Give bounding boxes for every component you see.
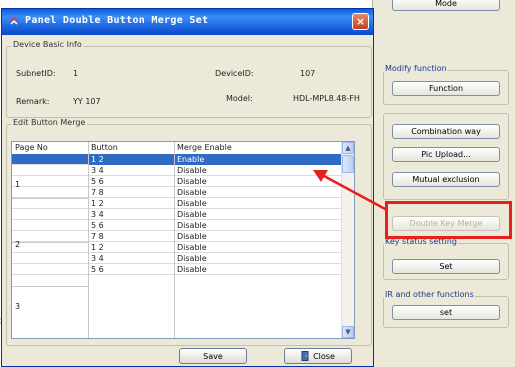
page-separator [12,286,88,287]
merge-enable-cell[interactable]: Disable [177,166,207,175]
device-label: DeviceID: [215,69,254,78]
merge-enable-cell[interactable]: Disable [177,210,207,219]
table-row[interactable]: 7 8 Disable [12,187,342,198]
device-info-legend: Device Basic Info [11,40,84,49]
page-label-3: 3 [15,302,21,311]
button-cell: 5 6 [91,221,104,230]
scroll-up-icon[interactable]: ▲ [342,142,354,154]
button-cell: 5 6 [91,265,104,274]
merge-enable-cell[interactable]: Disable [177,243,207,252]
page-label-2: 2 [15,240,21,249]
ir-set-button[interactable]: set [392,305,500,320]
table-row[interactable]: 3 4 Disable [12,253,342,264]
remark-label: Remark: [16,97,50,106]
button-cell: 5 6 [91,177,104,186]
pic-upload-button[interactable]: Pic Upload... [392,147,500,162]
button-cell: 3 4 [91,254,104,263]
merge-enable-cell[interactable]: Disable [177,188,207,197]
combination-way-button[interactable]: Combination way [392,124,500,139]
button-cell: 1 2 [91,199,104,208]
scroll-thumb[interactable] [342,155,354,173]
save-button-label: Save [203,351,223,361]
table-row[interactable]: 3 4 Disable [12,209,342,220]
table-row[interactable]: 5 6 Disable [12,220,342,231]
close-button[interactable]: Close [284,348,352,364]
subnet-label: SubnetID: [16,69,56,78]
dialog-title: Panel Double Button Merge Set [25,15,209,26]
button-cell: 3 4 [91,210,104,219]
table-row[interactable]: 5 6 Disable [12,264,342,275]
column-page-no[interactable]: Page No [15,143,48,152]
vertical-scrollbar[interactable]: ▲ ▼ [341,142,354,338]
column-divider [174,142,175,338]
merge-set-dialog: Panel Double Button Merge Set × Device B… [1,8,374,367]
subnet-value: 1 [73,69,79,78]
page-separator [12,242,88,243]
merge-table[interactable]: Page No Button Merge Enable 1 2 Enable 3 4… [11,141,355,339]
table-row[interactable]: 1 2 Enable [12,154,342,165]
close-icon[interactable]: × [352,13,369,30]
scroll-down-icon[interactable]: ▼ [342,326,354,338]
button-cell: 7 8 [91,232,104,241]
table-row[interactable]: 5 6 Disable [12,176,342,187]
mutual-exclusion-button[interactable]: Mutual exclusion [392,172,500,187]
column-button[interactable]: Button [91,143,118,152]
modify-function-title: Modify function [384,64,448,73]
edit-merge-legend: Edit Button Merge [11,118,88,127]
merge-enable-cell[interactable]: Disable [177,254,207,263]
table-row[interactable]: 1 2 Disable [12,242,342,253]
merge-enable-cell[interactable]: Disable [177,232,207,241]
table-row[interactable]: 3 4 Disable [12,165,342,176]
dialog-titlebar[interactable]: Panel Double Button Merge Set × [2,9,373,35]
page-separator [12,198,88,199]
merge-enable-cell[interactable]: Enable [177,155,204,164]
device-value: 107 [300,69,316,78]
function-button[interactable]: Function [392,81,500,96]
remark-value: YY 107 [73,97,101,106]
column-divider [88,142,89,338]
row-selection [88,154,342,165]
page-label-1: 1 [15,180,21,189]
button-cell: 1 2 [91,243,104,252]
table-row[interactable]: 1 2 Disable [12,198,342,209]
highlight-box [385,201,512,239]
key-status-set-button[interactable]: Set [392,259,500,274]
merge-enable-cell[interactable]: Disable [177,177,207,186]
button-cell: 1 2 [91,155,104,164]
merge-enable-cell[interactable]: Disable [177,265,207,274]
save-button[interactable]: Save [179,348,247,364]
model-label: Model: [226,94,253,103]
column-merge-enable[interactable]: Merge Enable [177,143,232,152]
merge-enable-cell[interactable]: Disable [177,221,207,230]
close-button-label: Close [313,351,335,361]
merge-enable-cell[interactable]: Disable [177,199,207,208]
mode-button[interactable]: Mode [392,0,500,11]
button-cell: 7 8 [91,188,104,197]
main-tool-panel: Mode Modify function Function Combinatio… [372,0,515,367]
door-icon [301,351,309,361]
device-info-group: Device Basic Info SubnetID: 1 DeviceID: … [6,40,372,118]
ir-functions-title: IR and other functions [384,290,475,299]
button-cell: 3 4 [91,166,104,175]
table-row[interactable]: 7 8 Disable [12,231,342,242]
model-value: HDL-MPL8.48-FH [293,94,360,103]
app-icon [9,17,19,25]
